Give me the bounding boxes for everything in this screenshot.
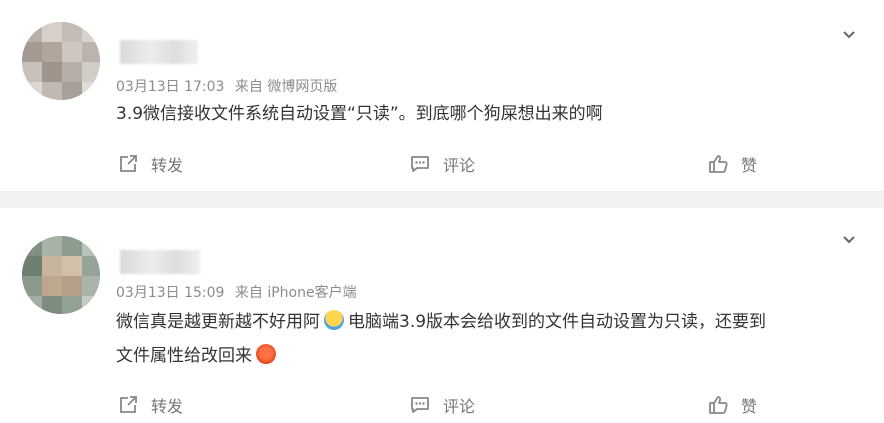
post-text-segment: 电脑端3.9版本会给收到的文件自动设置为只读，还要到 — [348, 312, 767, 332]
username-blurred[interactable] — [120, 250, 200, 274]
repost-label: 转发 — [151, 397, 184, 416]
chevron-down-icon[interactable] — [842, 28, 856, 42]
comment-button[interactable]: 评论 — [409, 390, 475, 420]
post-text-line: 3.9微信接收文件系统自动设置“只读”。到底哪个狗屎想出来的啊 — [116, 104, 603, 124]
emoji-facepalm-icon — [324, 310, 344, 330]
like-label: 赞 — [741, 397, 758, 416]
post-meta: 03月13日 17:03 来自 微博网页版 — [116, 76, 343, 96]
share-icon — [120, 155, 137, 172]
post-text-line: 微信真是越更新越不好用阿 电脑端3.9版本会给收到的文件自动设置为只读，还要到 — [116, 307, 844, 337]
post-actions: 转发 评论 赞 — [0, 390, 884, 420]
comment-label: 评论 — [443, 397, 476, 416]
post-text-segment: 文件属性给改回来 — [116, 346, 252, 366]
post-content: 微信真是越更新越不好用阿 电脑端3.9版本会给收到的文件自动设置为只读，还要到 文… — [116, 307, 844, 371]
thumbs-up-icon — [709, 155, 728, 173]
username-blurred[interactable] — [120, 40, 198, 64]
post-date[interactable]: 03月13日 15:09 — [116, 285, 224, 301]
post-text-line: 文件属性给改回来 — [116, 341, 844, 371]
emoji-angry-icon — [256, 344, 276, 364]
comment-icon — [411, 397, 429, 413]
weibo-post-card: 03月13日 15:09 来自 iPhone客户端 微信真是越更新越不好用阿 电脑… — [0, 208, 884, 423]
thumbs-up-icon — [709, 396, 728, 414]
comment-button[interactable]: 评论 — [409, 149, 475, 179]
avatar[interactable] — [22, 22, 100, 100]
repost-button[interactable]: 转发 — [117, 390, 183, 420]
weibo-post-card: 03月13日 17:03 来自 微博网页版 3.9微信接收文件系统自动设置“只读… — [0, 0, 884, 191]
post-source: 来自 微博网页版 — [234, 79, 338, 95]
post-actions: 转发 评论 赞 — [0, 149, 884, 179]
post-date[interactable]: 03月13日 17:03 — [116, 79, 224, 95]
like-button[interactable]: 赞 — [707, 390, 757, 420]
avatar[interactable] — [22, 236, 100, 314]
chevron-down-icon[interactable] — [842, 233, 856, 247]
like-label: 赞 — [741, 156, 758, 175]
post-text-segment: 微信真是越更新越不好用阿 — [116, 312, 320, 332]
share-icon — [120, 396, 137, 413]
post-source: 来自 iPhone客户端 — [234, 285, 357, 301]
like-button[interactable]: 赞 — [707, 149, 757, 179]
repost-label: 转发 — [151, 156, 184, 175]
comment-icon — [411, 156, 429, 172]
comment-label: 评论 — [443, 156, 476, 175]
post-content: 3.9微信接收文件系统自动设置“只读”。到底哪个狗屎想出来的啊 — [116, 99, 844, 129]
repost-button[interactable]: 转发 — [117, 149, 183, 179]
post-meta: 03月13日 15:09 来自 iPhone客户端 — [116, 282, 363, 302]
